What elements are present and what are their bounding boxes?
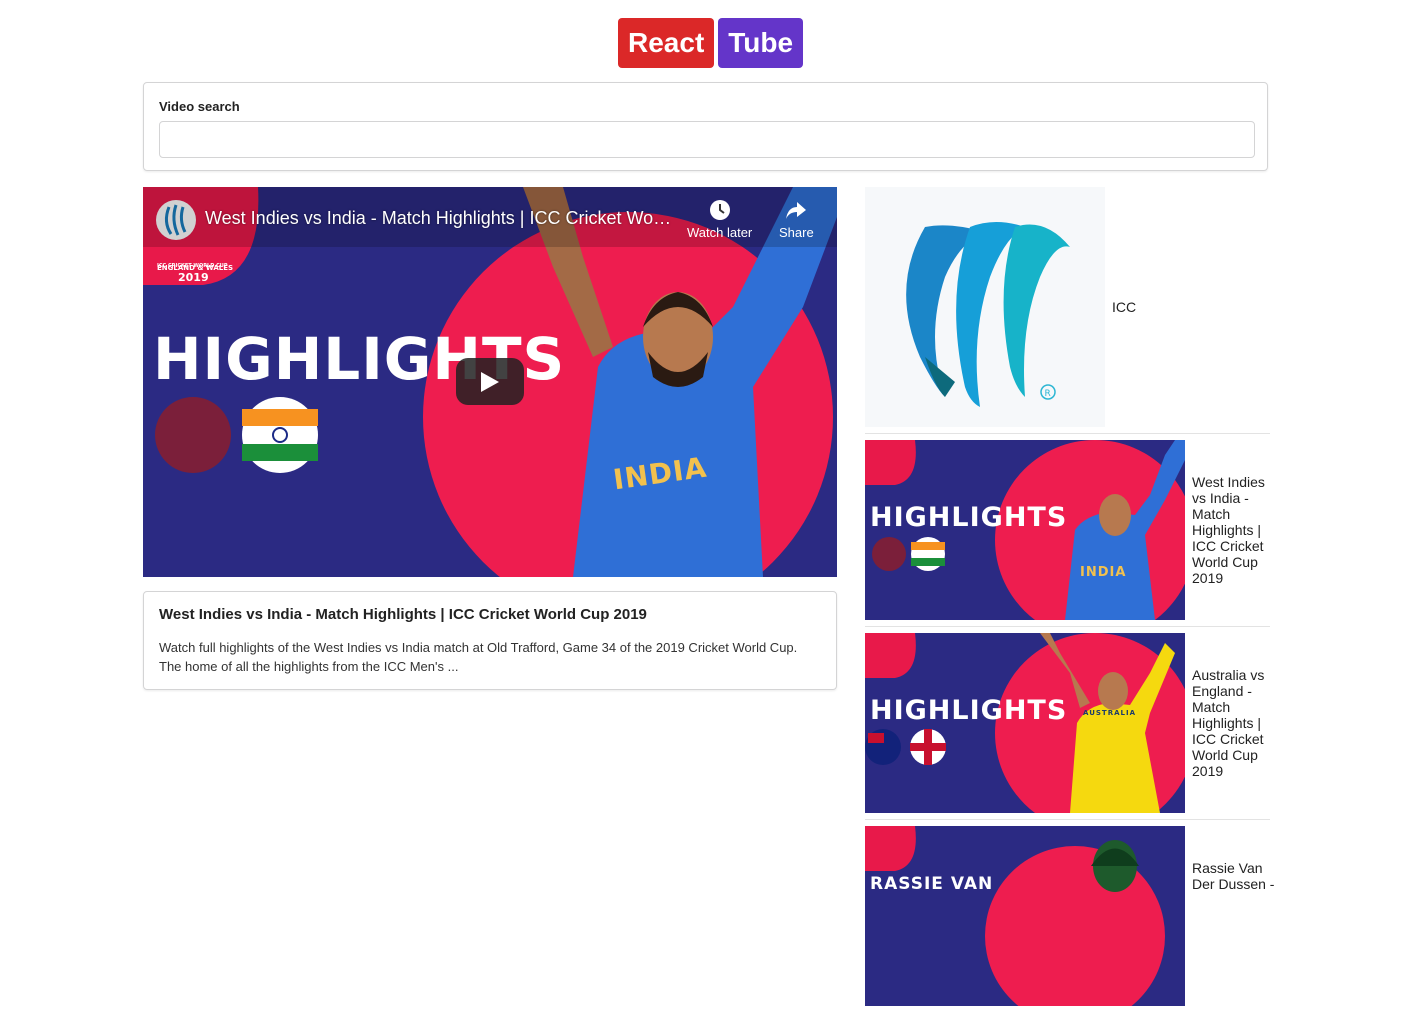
video-player[interactable]: HIGHLIGHTS INDIA ICC CRICKET WORLD CUP E… — [143, 187, 837, 577]
search-label: Video search — [159, 99, 240, 114]
search-input[interactable] — [159, 121, 1255, 158]
brand-logo: React Tube — [618, 18, 804, 68]
thumbnail-highlights-text: HIGHLIGHTS — [870, 695, 1068, 726]
video-list-thumbnail: RASSIE VAN — [865, 826, 1185, 1006]
jersey-text: INDIA — [1080, 565, 1127, 580]
video-list-item-title: Rassie Van Der Dussen - — [1192, 860, 1275, 892]
thumbnail-highlights-text: HIGHLIGHTS — [870, 502, 1068, 533]
thumbnail-overlay-text: RASSIE VAN — [870, 874, 994, 894]
brand-react: React — [618, 18, 715, 68]
watch-later-button[interactable]: Watch later — [687, 199, 752, 240]
video-list-item[interactable]: HIGHLIGHTS INDIA West Indies vs India - … — [865, 440, 1270, 627]
video-list-thumbnail: HIGHLIGHTS AUSTRALIA — [865, 633, 1185, 813]
brand-tube: Tube — [718, 18, 804, 68]
search-panel: Video search — [143, 82, 1268, 171]
video-list-item-title: West Indies vs India - Match Highlights … — [1192, 474, 1265, 586]
watch-later-label: Watch later — [687, 225, 753, 240]
play-icon — [481, 371, 499, 392]
video-list-item[interactable]: RASSIE VAN Rassie Van Der Dussen - — [865, 826, 1274, 1012]
video-list-item[interactable]: HIGHLIGHTS AUSTRALIA Australia vs Englan… — [865, 633, 1270, 820]
play-button[interactable] — [456, 358, 524, 405]
clock-icon — [709, 200, 730, 220]
badge-line3: 2019 — [178, 271, 209, 284]
icc-logo-thumbnail: R — [865, 187, 1105, 427]
svg-text:R: R — [1045, 389, 1051, 399]
icc-logo-icon: R — [865, 187, 1105, 427]
share-label: Share — [779, 225, 814, 240]
jersey-text: AUSTRALIA — [1083, 709, 1136, 717]
thumbnail-image — [865, 826, 1185, 1006]
video-list-item-title: Australia vs England - Match Highlights … — [1192, 667, 1265, 779]
video-detail-title: West Indies vs India - Match Highlights … — [159, 606, 647, 623]
video-details: West Indies vs India - Match Highlights … — [143, 591, 837, 690]
share-icon — [786, 202, 807, 219]
share-button[interactable]: Share — [779, 199, 814, 240]
video-list-thumbnail: HIGHLIGHTS INDIA — [865, 440, 1185, 620]
video-list-item-title: ICC — [1112, 299, 1137, 315]
player-video-title[interactable]: West Indies vs India - Match Highlights … — [205, 208, 675, 229]
video-list-item[interactable]: R ICC — [865, 187, 1270, 434]
video-detail-description: Watch full highlights of the West Indies… — [159, 640, 798, 674]
